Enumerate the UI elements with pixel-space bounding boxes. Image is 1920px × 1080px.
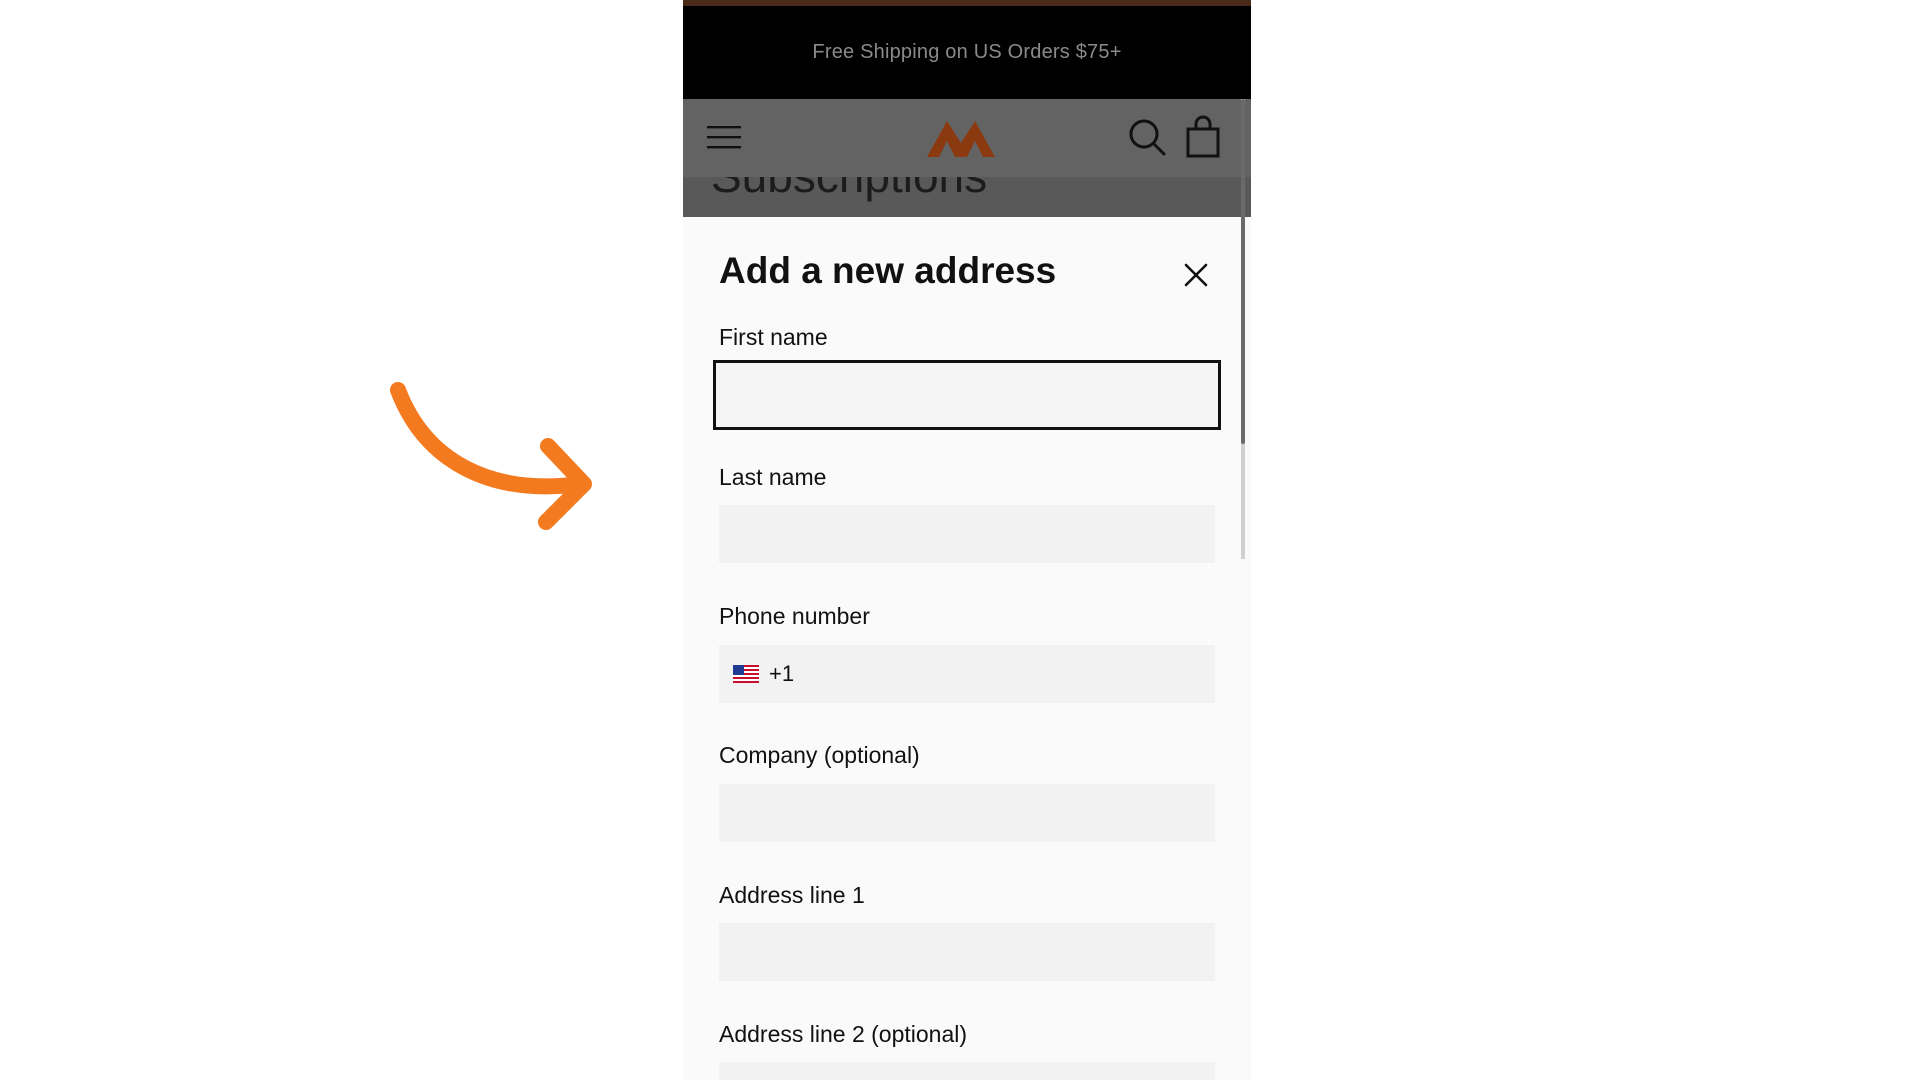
phone-number-input[interactable]: +1: [719, 645, 1215, 703]
search-icon[interactable]: [1127, 117, 1167, 157]
first-name-input[interactable]: [713, 360, 1221, 430]
scrollbar-thumb[interactable]: [1241, 99, 1245, 444]
screenshot-canvas: Free Shipping on US Orders $75+ Subscrip…: [0, 0, 1920, 1080]
phone-number-label: Phone number: [719, 603, 870, 629]
company-input[interactable]: [719, 784, 1215, 842]
address-line-1-input[interactable]: [719, 923, 1215, 981]
modal-title: Add a new address: [719, 250, 1057, 291]
announcement-bar: Free Shipping on US Orders $75+: [683, 6, 1251, 99]
close-icon[interactable]: [1181, 260, 1211, 290]
last-name-input[interactable]: [719, 505, 1215, 563]
address-line-2-input[interactable]: [719, 1062, 1215, 1080]
company-label: Company (optional): [719, 742, 920, 768]
address-line-1-label: Address line 1: [719, 882, 865, 908]
site-header-dimmed: Subscriptions: [683, 99, 1251, 217]
announcement-text: Free Shipping on US Orders $75+: [812, 41, 1122, 63]
curved-arrow-icon: [390, 382, 592, 530]
last-name-label: Last name: [719, 464, 827, 490]
shopping-bag-icon[interactable]: [1183, 115, 1223, 159]
address-line-2-label: Address line 2 (optional): [719, 1021, 968, 1047]
dial-code: +1: [769, 661, 795, 686]
us-flag-icon[interactable]: [733, 665, 759, 683]
header-bar: [683, 99, 1251, 177]
mobile-screen: Free Shipping on US Orders $75+ Subscrip…: [683, 0, 1251, 1080]
hamburger-menu-icon[interactable]: [705, 117, 745, 157]
mountain-logo-icon[interactable]: [927, 117, 995, 157]
first-name-label: First name: [719, 324, 828, 350]
